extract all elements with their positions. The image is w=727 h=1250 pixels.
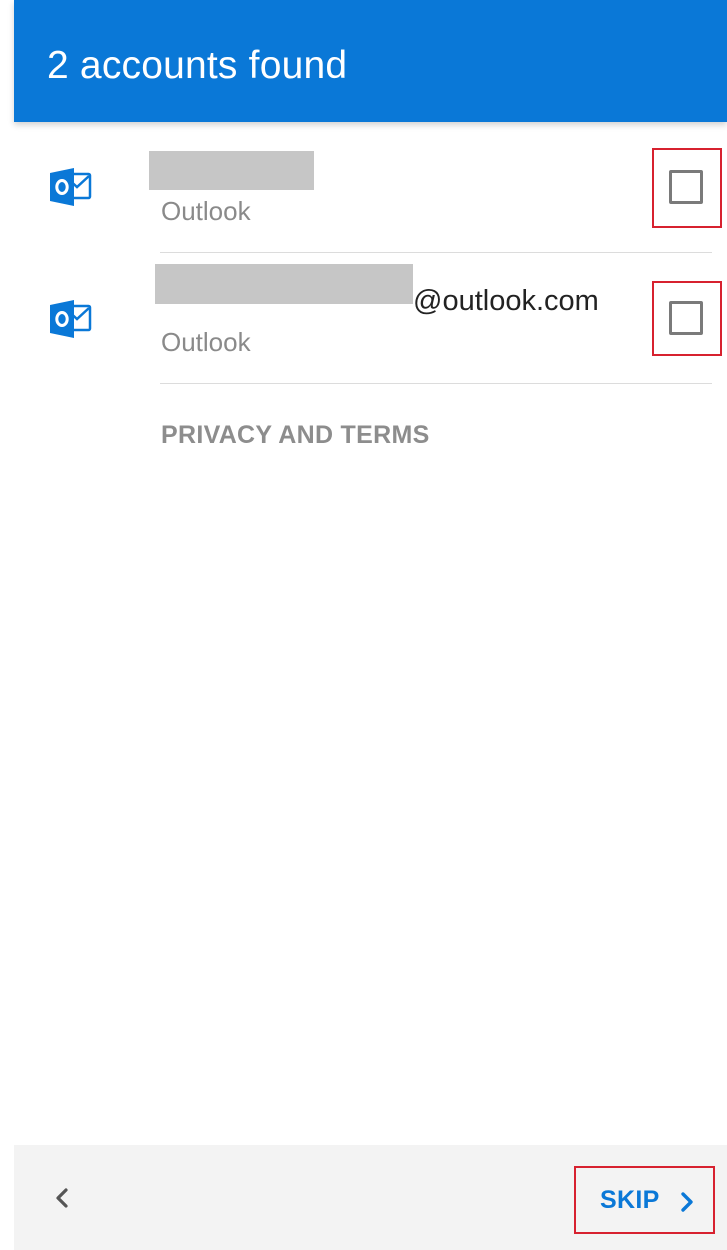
redacted-email (149, 151, 314, 190)
chevron-right-icon (681, 1192, 693, 1212)
account-type-label: Outlook (161, 327, 251, 357)
outlook-icon (50, 168, 92, 206)
outlook-icon (50, 300, 92, 338)
account-type-label: Outlook (161, 196, 251, 226)
redacted-email (155, 264, 413, 304)
account-list-item[interactable]: Outlook (0, 140, 727, 253)
account-email-suffix: @outlook.com (413, 285, 599, 317)
skip-button[interactable]: SKIP (574, 1166, 715, 1234)
account-checkbox[interactable] (669, 301, 703, 335)
page-title: 2 accounts found (47, 44, 348, 87)
checkbox-highlight (652, 148, 722, 228)
skip-label: SKIP (600, 1186, 660, 1214)
bottom-bar: SKIP (14, 1145, 727, 1250)
checkbox-highlight (652, 281, 722, 356)
account-list-item[interactable]: @outlook.com Outlook (0, 253, 727, 384)
app-bar: 2 accounts found (14, 0, 727, 122)
chevron-left-icon[interactable] (46, 1179, 80, 1217)
divider (160, 383, 712, 384)
add-account-screen: 2 accounts found Outlook @outlook.com Ou… (0, 0, 727, 1250)
privacy-and-terms-link[interactable]: PRIVACY AND TERMS (161, 421, 430, 450)
account-checkbox[interactable] (669, 170, 703, 204)
